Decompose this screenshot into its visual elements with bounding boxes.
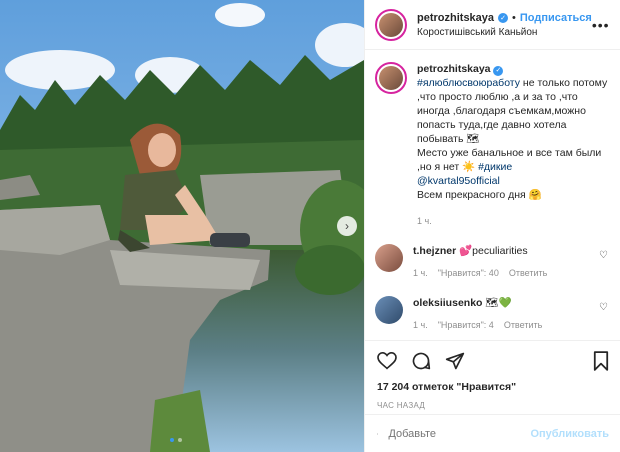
comment-text: 💕peculiarities <box>459 245 528 257</box>
separator: • <box>512 11 516 24</box>
comment-input[interactable] <box>388 427 531 440</box>
commenter-username[interactable]: t.hejzner <box>413 245 456 257</box>
post-photo[interactable]: › <box>0 0 364 452</box>
photo-canvas <box>0 0 364 452</box>
post-sidebar: petrozhitskaya ✓ • Подписаться Коростиші… <box>364 0 620 452</box>
comment-item: oleksiiusenko 🗺💚 1 ч. "Нравится": 4 Отве… <box>375 296 608 332</box>
caption-mention[interactable]: @kvartal95official <box>417 175 500 187</box>
bookmark-icon[interactable] <box>593 351 609 371</box>
comment-bubble-icon[interactable] <box>411 351 431 371</box>
commenter-avatar[interactable] <box>375 244 403 272</box>
follow-button[interactable]: Подписаться <box>520 12 592 24</box>
post-header: petrozhitskaya ✓ • Подписаться Коростиші… <box>365 0 620 50</box>
post-location[interactable]: Коростишівський Каньйон <box>417 27 592 38</box>
comments-section: petrozhitskaya ✓ #ялюблюсвоюработу не то… <box>365 50 620 340</box>
author-avatar[interactable] <box>375 8 407 41</box>
like-heart-icon[interactable] <box>377 352 397 370</box>
add-comment-bar: Опубликовать <box>365 414 620 452</box>
post-caption: petrozhitskaya ✓ #ялюблюсвоюработу не то… <box>375 62 608 228</box>
caption-hashtag[interactable]: #ялюблюсвоюработу <box>417 77 520 89</box>
carousel-dot <box>178 438 182 442</box>
commenter-username[interactable]: oleksiiusenko <box>413 297 482 309</box>
share-paper-plane-icon[interactable] <box>445 351 465 371</box>
reply-button[interactable]: Ответить <box>504 318 542 332</box>
author-username[interactable]: petrozhitskaya <box>417 12 494 24</box>
commenter-avatar[interactable] <box>375 296 403 324</box>
verified-badge-icon: ✓ <box>498 12 509 23</box>
comment-time: 1 ч. <box>413 268 428 278</box>
publish-button[interactable]: Опубликовать <box>530 428 609 440</box>
comment-text: 🗺💚 <box>485 297 512 309</box>
caption-username[interactable]: petrozhitskaya <box>417 63 491 75</box>
likes-count[interactable]: 17 204 отметок "Нравится" <box>377 381 609 393</box>
caption-text-3: Всем прекрасного дня 🤗 <box>417 189 542 201</box>
comment-heart-icon[interactable]: ♡ <box>599 250 608 261</box>
reply-button[interactable]: Ответить <box>509 266 547 280</box>
comment-heart-icon[interactable]: ♡ <box>599 302 608 313</box>
caption-time: 1 ч. <box>417 216 432 226</box>
comment-likes[interactable]: "Нравится": 40 <box>438 266 499 280</box>
caption-hashtag-2[interactable]: #дикие <box>478 161 512 173</box>
chevron-right-icon: › <box>345 219 349 233</box>
post-actions: 17 204 отметок "Нравится" ЧАС НАЗАД <box>365 340 620 410</box>
more-dots-icon[interactable]: ••• <box>592 17 610 33</box>
carousel-dot <box>170 438 174 442</box>
carousel-indicator <box>170 438 182 442</box>
verified-badge-icon: ✓ <box>493 66 504 76</box>
post-time-ago: ЧАС НАЗАД <box>377 401 426 410</box>
emoji-icon[interactable] <box>377 425 379 443</box>
next-image-button[interactable]: › <box>337 216 357 236</box>
comment-likes[interactable]: "Нравится": 4 <box>438 318 494 332</box>
caption-avatar[interactable] <box>375 62 407 94</box>
comment-item: t.hejzner 💕peculiarities 1 ч. "Нравится"… <box>375 244 608 280</box>
comment-time: 1 ч. <box>413 320 428 330</box>
